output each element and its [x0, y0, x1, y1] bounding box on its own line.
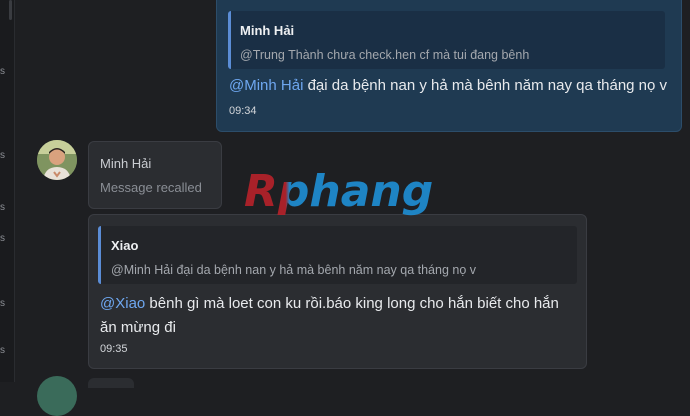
quote-text: @Trung Thành chưa check.hen cf mà tui đa… [240, 48, 530, 62]
sidebar-glyph: s [0, 233, 5, 244]
rphang-watermark-logo: Rphang [244, 166, 433, 216]
left-sidebar-strip: s s s s s s [0, 0, 15, 382]
avatar-photo-icon [37, 140, 77, 180]
reply-quote[interactable]: Minh Hải @Trung Thành chưa check.hen cf … [228, 11, 665, 69]
message-time: 09:35 [100, 343, 128, 355]
sidebar-glyph: s [0, 345, 5, 356]
next-user-avatar[interactable] [37, 376, 77, 416]
recalled-text: Message recalled [100, 180, 202, 195]
sidebar-scroll-indicator[interactable] [9, 0, 12, 20]
message-text: @Xiao bênh gì mà loet con ku rồi.báo kin… [100, 292, 570, 340]
sidebar-glyph: s [0, 150, 5, 161]
next-message-bubble[interactable] [88, 378, 134, 388]
message-text: @Minh Hải đại da bệnh nan y hả mà bênh n… [229, 74, 675, 98]
mention-link[interactable]: @Minh Hải [229, 77, 303, 94]
quote-author: Xiao [111, 238, 139, 253]
message-body: đại da bệnh nan y hả mà bênh năm nay qa … [303, 77, 668, 94]
quote-author: Minh Hải [240, 23, 295, 38]
watermark-text: Rphang [244, 166, 433, 216]
own-message-bubble[interactable]: Minh Hải @Trung Thành chưa check.hen cf … [216, 0, 682, 132]
sidebar-glyph: s [0, 298, 5, 309]
quote-text: @Minh Hải đại da bệnh nan y hả mà bênh n… [111, 263, 477, 277]
reply-quote[interactable]: Xiao @Minh Hải đại da bệnh nan y hả mà b… [98, 226, 577, 284]
sidebar-glyph: s [0, 66, 5, 77]
message-time: 09:34 [229, 105, 257, 117]
user-avatar[interactable] [37, 140, 77, 180]
message-body: bênh gì mà loet con ku rồi.báo king long… [100, 295, 559, 336]
reply-message-bubble[interactable]: Xiao @Minh Hải đại da bệnh nan y hả mà b… [88, 214, 587, 369]
sender-name: Minh Hải [100, 156, 152, 171]
recalled-message-bubble[interactable]: Minh Hải Message recalled [88, 141, 222, 209]
sidebar-glyph: s [0, 202, 5, 213]
mention-link[interactable]: @Xiao [100, 295, 145, 312]
